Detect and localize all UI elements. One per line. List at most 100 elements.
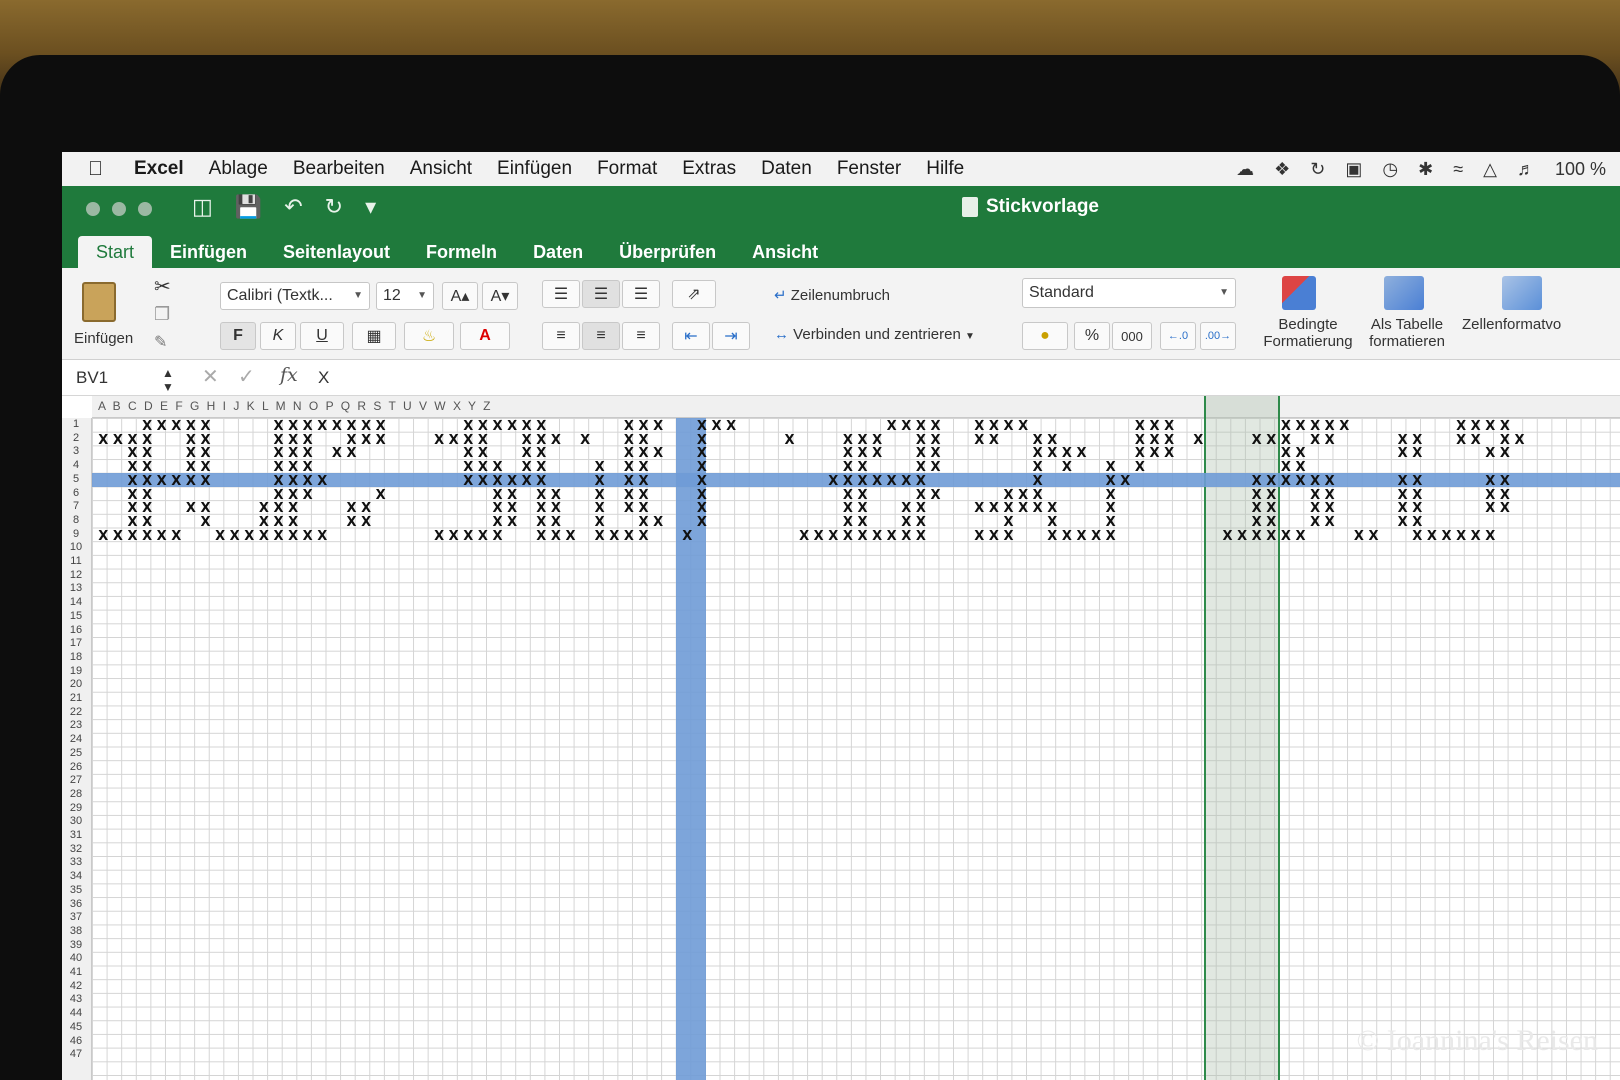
menu-hilfe[interactable]: Hilfe	[926, 158, 964, 180]
row-header[interactable]: 32	[62, 843, 90, 855]
row-header[interactable]: 19	[62, 665, 90, 677]
decrease-font-button[interactable]: A▾	[482, 282, 518, 310]
row-header[interactable]: 8	[62, 514, 90, 526]
row-header[interactable]: 10	[62, 541, 90, 553]
font-color-button[interactable]: A	[460, 322, 510, 350]
row-header[interactable]: 25	[62, 747, 90, 759]
row-header[interactable]: 11	[62, 555, 90, 567]
align-left-button[interactable]: ≡	[542, 322, 580, 350]
row-header[interactable]: 43	[62, 993, 90, 1005]
orientation-button[interactable]: ⇗	[672, 280, 716, 308]
paste-label[interactable]: Einfügen	[74, 330, 133, 347]
row-header[interactable]: 18	[62, 651, 90, 663]
wrap-text-button[interactable]: ↵ Zeilenumbruch	[774, 286, 890, 304]
row-header[interactable]: 37	[62, 911, 90, 923]
save-icon[interactable]: 💾	[235, 194, 262, 220]
tab-formeln[interactable]: Formeln	[408, 236, 515, 268]
airplay-icon[interactable]: △	[1483, 159, 1497, 180]
row-header[interactable]: 42	[62, 980, 90, 992]
increase-font-button[interactable]: A▴	[442, 282, 478, 310]
tab-einfuegen[interactable]: Einfügen	[152, 236, 265, 268]
font-name-select[interactable]: Calibri (Textk... ▼	[220, 282, 370, 310]
menu-format[interactable]: Format	[597, 158, 657, 180]
currency-button[interactable]: ●	[1022, 322, 1068, 350]
underline-button[interactable]: U	[300, 322, 344, 350]
tab-seitenlayout[interactable]: Seitenlayout	[265, 236, 408, 268]
format-as-table-icon[interactable]	[1384, 276, 1424, 310]
tab-ueberpruefen[interactable]: Überprüfen	[601, 236, 734, 268]
row-header[interactable]: 6	[62, 487, 90, 499]
paste-icon[interactable]	[82, 282, 116, 322]
align-middle-button[interactable]: ☰	[582, 280, 620, 308]
menu-bearbeiten[interactable]: Bearbeiten	[293, 158, 385, 180]
align-center-button[interactable]: ≡	[582, 322, 620, 350]
row-header[interactable]: 13	[62, 582, 90, 594]
wifi-icon[interactable]: ≈	[1453, 159, 1463, 180]
close-window-button[interactable]	[86, 202, 100, 216]
format-painter-icon[interactable]: ✎	[154, 332, 167, 352]
menu-ablage[interactable]: Ablage	[209, 158, 268, 180]
row-header[interactable]: 20	[62, 678, 90, 690]
redo-icon[interactable]: ↻	[325, 194, 343, 220]
increase-indent-button[interactable]: ⇥	[712, 322, 750, 350]
cancel-icon[interactable]: ✕	[202, 364, 219, 389]
row-header[interactable]: 28	[62, 788, 90, 800]
row-header[interactable]: 40	[62, 952, 90, 964]
align-right-button[interactable]: ≡	[622, 322, 660, 350]
row-header[interactable]: 30	[62, 815, 90, 827]
border-button[interactable]: ▦	[352, 322, 396, 350]
cloud-icon[interactable]: ☁	[1236, 159, 1254, 180]
tab-start[interactable]: Start	[78, 236, 153, 268]
function-icon[interactable]: fx	[280, 364, 298, 386]
apple-icon[interactable]: 	[88, 158, 110, 180]
row-header[interactable]: 39	[62, 939, 90, 951]
tab-ansicht[interactable]: Ansicht	[734, 236, 836, 268]
menu-ansicht[interactable]: Ansicht	[410, 158, 472, 180]
increase-decimal-button[interactable]: ←.0	[1160, 322, 1196, 350]
sidebar-toggle-icon[interactable]: ◫	[192, 194, 213, 220]
row-header[interactable]: 33	[62, 856, 90, 868]
row-header[interactable]: 35	[62, 884, 90, 896]
row-header[interactable]: 46	[62, 1035, 90, 1047]
name-box[interactable]: BV1	[76, 368, 166, 388]
fill-color-button[interactable]: ♨	[404, 322, 454, 350]
bold-button[interactable]: F	[220, 322, 256, 350]
row-header[interactable]: 15	[62, 610, 90, 622]
row-header[interactable]: 26	[62, 761, 90, 773]
row-header[interactable]: 17	[62, 637, 90, 649]
row-header[interactable]: 27	[62, 774, 90, 786]
conditional-format-label[interactable]: Bedingte Formatierung	[1258, 316, 1358, 350]
cell-styles-icon[interactable]	[1502, 276, 1542, 310]
row-header[interactable]: 47	[62, 1048, 90, 1060]
italic-button[interactable]: K	[260, 322, 296, 350]
row-header[interactable]: 34	[62, 870, 90, 882]
row-header[interactable]: 16	[62, 624, 90, 636]
row-header[interactable]: 4	[62, 459, 90, 471]
font-size-select[interactable]: 12 ▼	[376, 282, 434, 310]
row-header[interactable]: 21	[62, 692, 90, 704]
thousands-button[interactable]: 000	[1112, 322, 1152, 350]
align-bottom-button[interactable]: ☰	[622, 280, 660, 308]
cut-icon[interactable]: ✂	[154, 274, 171, 299]
menu-daten[interactable]: Daten	[761, 158, 812, 180]
cell-grid[interactable]: XXXXXXXXXXXXXXXXXXXXXXXXXXXXXXXXXXXXXXXX…	[92, 396, 1620, 1080]
merge-center-button[interactable]: ↔ Verbinden und zentrieren ▼	[774, 326, 975, 343]
row-header[interactable]: 38	[62, 925, 90, 937]
row-header[interactable]: 24	[62, 733, 90, 745]
conditional-format-icon[interactable]	[1282, 276, 1316, 310]
menu-extras[interactable]: Extras	[682, 158, 736, 180]
customize-toolbar-icon[interactable]: ▾	[365, 194, 376, 220]
volume-icon[interactable]: ♬	[1517, 159, 1535, 180]
cell-styles-label[interactable]: Zellenformatvo	[1462, 316, 1561, 333]
decrease-decimal-button[interactable]: .00→	[1200, 322, 1236, 350]
formula-input[interactable]: X	[318, 368, 329, 388]
row-header[interactable]: 12	[62, 569, 90, 581]
dropbox-icon[interactable]: ❖	[1274, 159, 1290, 180]
number-format-select[interactable]: Standard ▼	[1022, 278, 1236, 308]
confirm-icon[interactable]: ✓	[238, 364, 255, 389]
copy-icon[interactable]: ❐	[154, 304, 170, 325]
row-header[interactable]: 44	[62, 1007, 90, 1019]
minimize-window-button[interactable]	[112, 202, 126, 216]
bluetooth-icon[interactable]: ✱	[1418, 159, 1433, 180]
row-header[interactable]: 29	[62, 802, 90, 814]
